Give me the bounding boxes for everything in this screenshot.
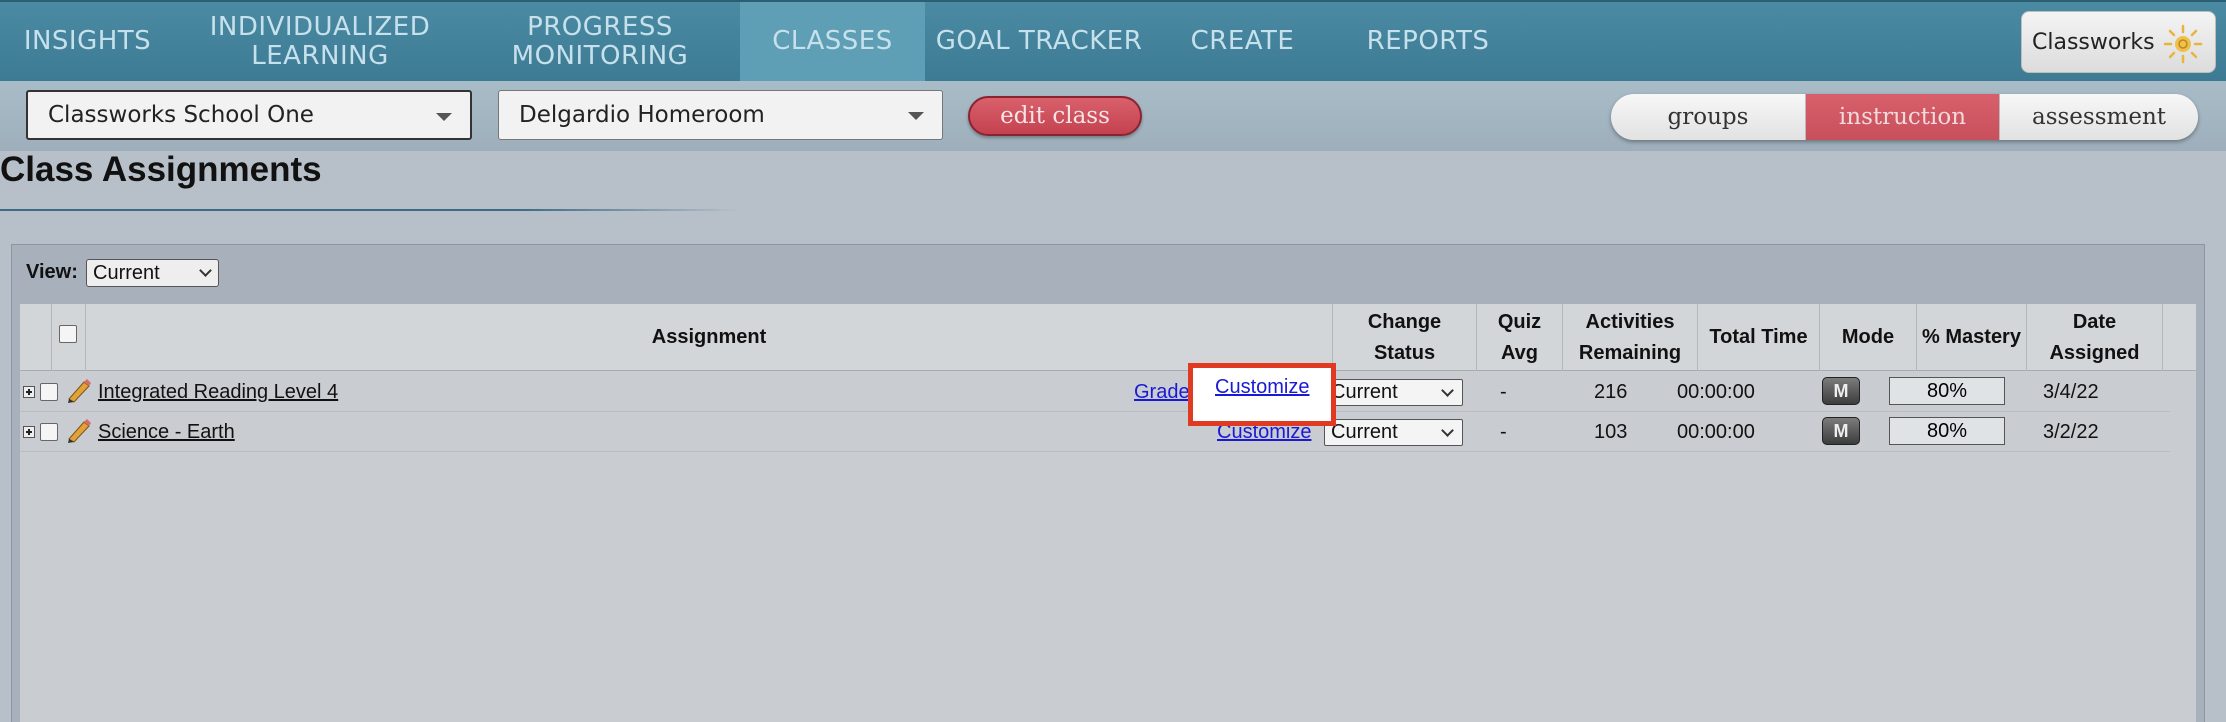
class-toolbar: Classworks School One Delgardio Homeroom… xyxy=(0,81,2226,151)
top-nav: INSIGHTS INDIVIDUALIZED LEARNING PROGRES… xyxy=(0,0,2226,81)
chevron-down-icon xyxy=(1441,384,1454,397)
expand-column-header xyxy=(20,304,52,371)
groups-tab[interactable]: groups xyxy=(1611,94,1806,140)
assignments-table: Assignment Change Status Quiz Avg Activi… xyxy=(20,304,2196,722)
mastery-field[interactable]: 80% xyxy=(1889,417,2005,445)
edit-class-button[interactable]: edit class xyxy=(968,96,1142,136)
classworks-logo[interactable]: Classworks xyxy=(2021,11,2216,73)
assignments-panel: View: Current Assignment Change Status Q… xyxy=(11,244,2205,722)
expand-icon[interactable] xyxy=(23,386,35,398)
caret-down-icon xyxy=(436,113,452,121)
date-assigned-header[interactable]: Date Assigned xyxy=(2027,304,2163,371)
chevron-down-icon xyxy=(199,264,212,277)
total-time-header[interactable]: Total Time xyxy=(1698,304,1820,371)
page-title: Class Assignments xyxy=(0,150,322,189)
date-assigned-value: 3/4/22 xyxy=(2043,380,2099,403)
nav-reports[interactable]: REPORTS xyxy=(1348,2,1508,81)
mode-button[interactable]: M xyxy=(1822,377,1860,405)
assignment-link[interactable]: Science - Earth xyxy=(98,421,235,444)
mode-header[interactable]: Mode xyxy=(1820,304,1917,371)
customize-highlight-box: Customize xyxy=(1188,363,1336,426)
sun-logo-icon xyxy=(2163,24,2203,64)
mastery-header[interactable]: % Mastery xyxy=(1917,304,2027,371)
total-time-value: 00:00:00 xyxy=(1677,380,1755,403)
change-status-header: Change Status xyxy=(1333,304,1477,371)
mastery-field[interactable]: 80% xyxy=(1889,377,2005,405)
assignment-link[interactable]: Integrated Reading Level 4 xyxy=(98,381,338,404)
nav-goal-tracker[interactable]: GOAL TRACKER xyxy=(928,2,1150,81)
customize-link[interactable]: Customize xyxy=(1215,376,1309,398)
pencil-icon xyxy=(68,419,91,443)
assessment-tab[interactable]: assessment xyxy=(2000,94,2198,140)
select-all-header xyxy=(52,304,86,371)
nav-insights[interactable]: INSIGHTS xyxy=(0,2,175,81)
chevron-down-icon xyxy=(1441,424,1454,437)
quiz-avg-value: - xyxy=(1500,420,1507,443)
activities-remaining-value: 103 xyxy=(1594,420,1628,443)
activities-remaining-value: 216 xyxy=(1594,380,1628,403)
table-header: Assignment Change Status Quiz Avg Activi… xyxy=(20,304,2196,371)
instruction-tab[interactable]: instruction xyxy=(1806,94,2000,140)
table-row: Integrated Reading Level 4 Grade Current… xyxy=(20,372,2170,412)
select-all-checkbox[interactable] xyxy=(59,325,77,343)
row-checkbox[interactable] xyxy=(40,383,58,401)
view-label: View: xyxy=(26,261,78,283)
caret-down-icon xyxy=(908,112,924,120)
quiz-avg-header[interactable]: Quiz Avg xyxy=(1477,304,1563,371)
status-select[interactable]: Current xyxy=(1324,419,1463,446)
assignment-header[interactable]: Assignment xyxy=(86,304,1333,371)
activities-remaining-header[interactable]: Activities Remaining xyxy=(1563,304,1698,371)
grade-link[interactable]: Grade xyxy=(1134,381,1190,404)
status-select[interactable]: Current xyxy=(1324,379,1463,406)
pencil-icon xyxy=(68,379,91,403)
expand-icon[interactable] xyxy=(23,426,35,438)
quiz-avg-value: - xyxy=(1500,380,1507,403)
mode-button[interactable]: M xyxy=(1822,417,1860,445)
class-select[interactable]: Delgardio Homeroom xyxy=(498,90,943,140)
date-assigned-value: 3/2/22 xyxy=(2043,420,2099,443)
title-divider xyxy=(0,209,740,211)
nav-progress-monitoring[interactable]: PROGRESS MONITORING xyxy=(480,2,720,81)
school-select[interactable]: Classworks School One xyxy=(26,90,472,140)
nav-classes[interactable]: CLASSES xyxy=(740,2,925,81)
view-mode-toggle: groups instruction assessment xyxy=(1611,94,2198,140)
row-checkbox[interactable] xyxy=(40,423,58,441)
table-row: Science - Earth Customize Current - 103 … xyxy=(20,412,2170,452)
nav-individualized-learning[interactable]: INDIVIDUALIZED LEARNING xyxy=(190,2,450,81)
nav-create[interactable]: CREATE xyxy=(1170,2,1315,81)
view-select[interactable]: Current xyxy=(86,259,219,287)
total-time-value: 00:00:00 xyxy=(1677,420,1755,443)
